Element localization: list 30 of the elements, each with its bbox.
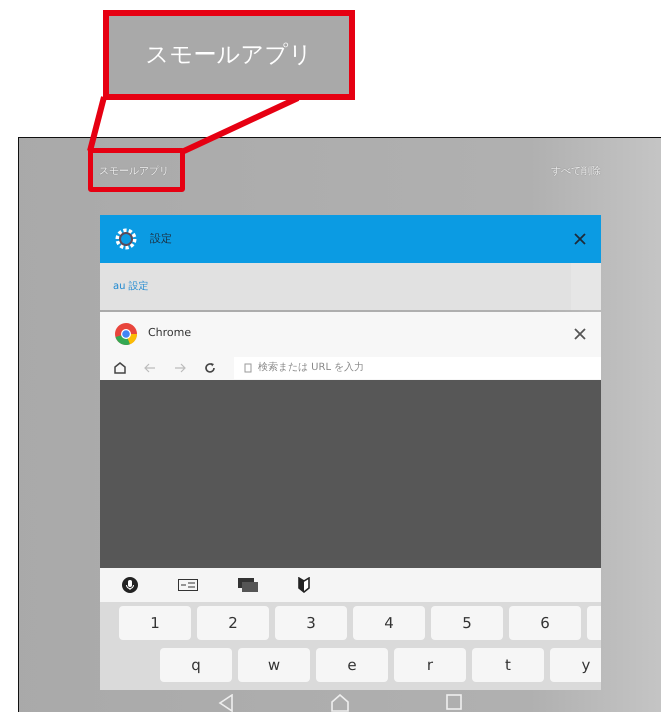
callout-label: スモールアプリ: [103, 10, 355, 100]
keyboard-key[interactable]: r: [394, 648, 466, 682]
keyboard-key[interactable]: 6: [509, 606, 581, 640]
browser-logo-icon: [114, 322, 138, 346]
keyboard-key[interactable]: y: [550, 648, 601, 682]
keyboard-key[interactable]: e: [316, 648, 388, 682]
app-name: Chrome: [148, 325, 192, 342]
keyboard-key[interactable]: w: [238, 648, 310, 682]
keyboard-key[interactable]: t: [472, 648, 544, 682]
keyboard-icon[interactable]: [178, 579, 198, 591]
app-name: 設定: [150, 230, 173, 247]
app-card[interactable]: Chrome 検索または URL を入力 1 2 3 4 5 6 q w e r t y: [100, 312, 601, 690]
keyboard-key[interactable]: q: [160, 648, 232, 682]
keyboard-key[interactable]: 2: [197, 606, 269, 640]
home-icon[interactable]: [114, 362, 126, 374]
close-icon[interactable]: [573, 232, 587, 246]
keyboard-key[interactable]: 5: [431, 606, 503, 640]
address-placeholder: 検索または URL を入力: [258, 360, 364, 375]
recents-title: スモールアプリ: [99, 164, 169, 179]
gear-icon: [114, 227, 138, 251]
reload-icon[interactable]: [204, 362, 216, 374]
beginner-mark-icon[interactable]: [298, 577, 310, 593]
close-icon[interactable]: [573, 326, 587, 340]
keyboard-key[interactable]: 3: [275, 606, 347, 640]
keyboard-switch-icon[interactable]: [238, 578, 258, 592]
address-field[interactable]: 検索または URL を入力: [234, 356, 601, 378]
keyboard-key[interactable]: 4: [353, 606, 425, 640]
page-icon: [244, 362, 252, 372]
microphone-icon[interactable]: [122, 577, 138, 593]
keyboard-key[interactable]: 1: [119, 606, 191, 640]
